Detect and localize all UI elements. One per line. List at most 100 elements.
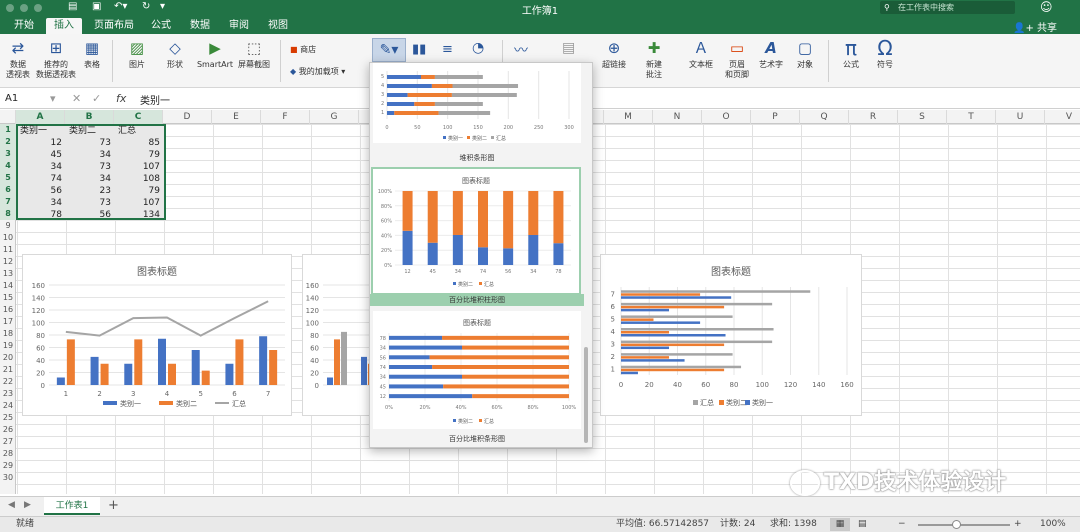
shapes-button[interactable]: ◇ 形状 <box>160 38 190 70</box>
column-header-c[interactable]: C <box>114 110 163 124</box>
column-header-f[interactable]: F <box>261 110 310 124</box>
select-all-corner[interactable] <box>0 110 16 124</box>
cancel-icon[interactable]: ✕ <box>72 92 81 105</box>
row-header-27[interactable]: 27 <box>0 436 16 448</box>
sparkline-button[interactable]: 〰 <box>514 40 528 60</box>
partial-chart[interactable]: 0 20 40 60 80 100 120 140 160 <box>302 254 375 416</box>
pictures-button[interactable]: ▨ 图片 <box>122 38 152 70</box>
table-cell[interactable]: 56 <box>18 185 66 197</box>
table-cell[interactable]: 23 <box>67 185 115 197</box>
add-sheet-button[interactable]: + <box>108 498 119 513</box>
table-cell[interactable]: 34 <box>18 197 66 209</box>
page-layout-view-icon[interactable]: ▤ <box>858 517 867 532</box>
symbol-button[interactable]: Ω 符号 <box>872 38 898 70</box>
gallery-item-percent-stacked-column[interactable]: 图表标题 0% 20% 40% 60% 80% 100% 12 45 34 74 56 34 78 类别二 汇… <box>371 167 581 295</box>
tab-view[interactable]: 视图 <box>260 18 296 34</box>
row-header-9[interactable]: 9 <box>0 220 16 232</box>
row-header-26[interactable]: 26 <box>0 424 16 436</box>
row-header-15[interactable]: 15 <box>0 292 16 304</box>
screenshot-button[interactable]: ⬚ 屏幕截图 <box>236 38 272 70</box>
fx-icon[interactable]: fx <box>116 92 126 105</box>
prev-sheet-icon[interactable]: ◀ <box>8 500 15 510</box>
gallery-item-stacked-bar[interactable]: 0 50 100 150 200 250 300 5 4 3 2 1 类别一 类别二 汇总 <box>373 63 581 143</box>
column-header-m[interactable]: M <box>604 110 653 124</box>
row-header-14[interactable]: 14 <box>0 280 16 292</box>
store-button[interactable]: ■ 商店 <box>290 44 316 55</box>
tab-data[interactable]: 数据 <box>182 18 218 34</box>
row-header-30[interactable]: 30 <box>0 472 16 484</box>
row-header-28[interactable]: 28 <box>0 448 16 460</box>
table-cell[interactable]: 79 <box>116 149 164 161</box>
table-cell[interactable]: 34 <box>67 173 115 185</box>
row-header-13[interactable]: 13 <box>0 268 16 280</box>
row-header-29[interactable]: 29 <box>0 460 16 472</box>
table-header-cell[interactable]: 类别二 <box>67 125 115 137</box>
column-header-d[interactable]: D <box>163 110 212 124</box>
row-header-5[interactable]: 5 <box>0 172 16 184</box>
column-header-g[interactable]: G <box>310 110 359 124</box>
confirm-icon[interactable]: ✓ <box>92 92 101 105</box>
table-cell[interactable]: 85 <box>116 137 164 149</box>
chart-style-button[interactable]: ✎▾ <box>372 38 406 62</box>
zoom-out-icon[interactable]: − <box>898 517 906 532</box>
filter-button[interactable]: ▤ <box>562 40 575 56</box>
row-header-7[interactable]: 7 <box>0 196 16 208</box>
row-header-8[interactable]: 8 <box>0 208 16 220</box>
header-footer-button[interactable]: ▭ 页眉 和页脚 <box>722 38 752 80</box>
column-chart-button[interactable]: ▮▮ <box>412 42 426 57</box>
hyperlink-button[interactable]: ⊕ 超链接 <box>600 38 628 70</box>
smartart-button[interactable]: ▶ SmartArt <box>196 38 234 70</box>
row-header-16[interactable]: 16 <box>0 304 16 316</box>
table-cell[interactable]: 73 <box>67 137 115 149</box>
row-header-12[interactable]: 12 <box>0 256 16 268</box>
table-cell[interactable]: 34 <box>67 149 115 161</box>
gallery-item-percent-stacked-bar[interactable]: 图表标题 0% 20% 40% 60% 80% 100% 78 34 56 74 34 45 12 类别二 汇… <box>373 311 581 429</box>
column-header-u[interactable]: U <box>996 110 1045 124</box>
next-sheet-icon[interactable]: ▶ <box>24 500 31 510</box>
my-addins-button[interactable]: ◆ 我的加载项 ▾ <box>290 66 345 77</box>
column-header-q[interactable]: Q <box>800 110 849 124</box>
new-comment-button[interactable]: ✚ 新建 批注 <box>642 38 666 80</box>
column-header-r[interactable]: R <box>849 110 898 124</box>
table-header-cell[interactable]: 汇总 <box>116 125 164 137</box>
row-header-23[interactable]: 23 <box>0 388 16 400</box>
table-cell[interactable]: 73 <box>67 197 115 209</box>
table-cell[interactable]: 74 <box>18 173 66 185</box>
table-cell[interactable]: 78 <box>18 209 66 221</box>
object-button[interactable]: ▢ 对象 <box>792 38 818 70</box>
formula-input[interactable]: 类别一 <box>140 92 170 107</box>
tab-page-layout[interactable]: 页面布局 <box>86 18 142 34</box>
table-cell[interactable]: 107 <box>116 197 164 209</box>
row-header-25[interactable]: 25 <box>0 412 16 424</box>
table-cell[interactable]: 73 <box>67 161 115 173</box>
row-header-11[interactable]: 11 <box>0 244 16 256</box>
row-header-17[interactable]: 17 <box>0 316 16 328</box>
table-cell[interactable]: 107 <box>116 161 164 173</box>
wordart-button[interactable]: A 艺术字 <box>756 38 786 70</box>
sheet-search-input[interactable]: ⚲ 在工作表中搜索 <box>880 1 1015 14</box>
table-cell[interactable]: 56 <box>67 209 115 221</box>
column-header-p[interactable]: P <box>751 110 800 124</box>
tab-formulas[interactable]: 公式 <box>143 18 179 34</box>
tab-home[interactable]: 开始 <box>6 18 42 34</box>
horizontal-bar-chart[interactable]: 图表标题 0 20 40 60 80 100 120 140 160 1 2 3 4 5 6 7 汇总 类别二 类别… <box>600 254 862 416</box>
column-header-a[interactable]: A <box>16 110 65 124</box>
table-cell[interactable]: 45 <box>18 149 66 161</box>
zoom-slider-thumb[interactable] <box>952 520 961 529</box>
textbox-button[interactable]: Ａ 文本框 <box>686 38 716 70</box>
row-header-21[interactable]: 21 <box>0 364 16 376</box>
row-header-2[interactable]: 2 <box>0 136 16 148</box>
equation-button[interactable]: π 公式 <box>836 38 866 70</box>
table-cell[interactable]: 108 <box>116 173 164 185</box>
column-header-o[interactable]: O <box>702 110 751 124</box>
tab-insert[interactable]: 插入 <box>46 18 82 34</box>
gallery-scrollbar[interactable] <box>584 347 588 443</box>
table-cell[interactable]: 34 <box>18 161 66 173</box>
bar-chart-button[interactable]: ≡ <box>442 42 453 57</box>
chevron-down-icon[interactable]: ▾ <box>50 92 56 105</box>
feedback-smiley-icon[interactable]: ☺ <box>1040 0 1053 14</box>
column-header-b[interactable]: B <box>65 110 114 124</box>
table-button[interactable]: ▦ 表格 <box>80 38 104 70</box>
row-header-22[interactable]: 22 <box>0 376 16 388</box>
row-header-19[interactable]: 19 <box>0 340 16 352</box>
